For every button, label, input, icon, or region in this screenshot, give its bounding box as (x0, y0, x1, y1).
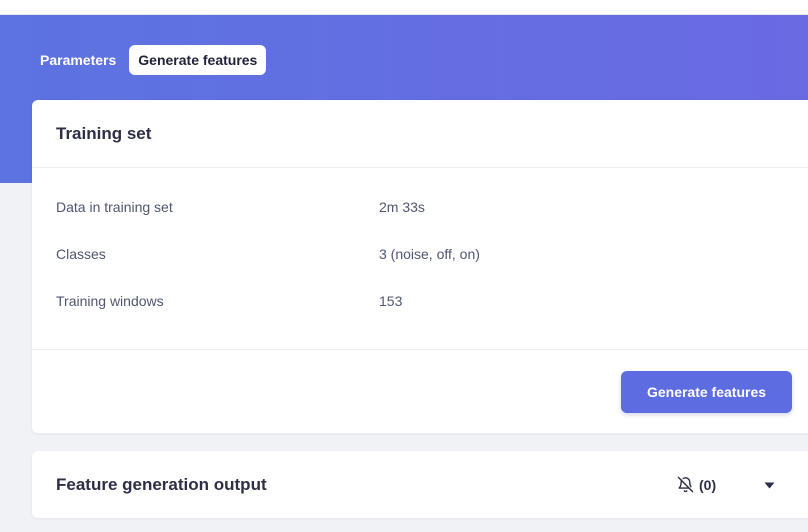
caret-down-icon (764, 476, 775, 494)
tab-bar: Parameters Generate features (32, 45, 267, 75)
info-value: 153 (379, 293, 403, 309)
feature-output-controls: (0) (677, 451, 775, 518)
info-row-training-windows: Training windows 153 (32, 287, 808, 334)
bell-off-icon (677, 476, 694, 493)
info-row-data-in-training-set: Data in training set 2m 33s (32, 193, 808, 240)
info-label: Training windows (56, 293, 164, 309)
notifications-toggle[interactable]: (0) (677, 476, 716, 493)
info-value: 3 (noise, off, on) (379, 246, 480, 262)
feature-output-card[interactable]: Feature generation output (0) (32, 451, 808, 518)
training-set-card: Training set Data in training set 2m 33s… (32, 100, 808, 433)
training-set-footer: Generate features (32, 350, 808, 432)
info-label: Data in training set (56, 199, 173, 215)
feature-output-title: Feature generation output (56, 474, 267, 494)
notification-count: (0) (699, 476, 717, 493)
generate-features-button[interactable]: Generate features (621, 371, 792, 413)
training-set-info: Data in training set 2m 33s Classes 3 (n… (32, 168, 808, 350)
training-set-header: Training set (32, 100, 808, 168)
training-set-title: Training set (56, 123, 152, 143)
expand-toggle[interactable] (764, 476, 775, 494)
tab-generate-features[interactable]: Generate features (129, 45, 267, 75)
info-row-classes: Classes 3 (noise, off, on) (32, 240, 808, 287)
top-bar (0, 0, 808, 15)
info-value: 2m 33s (379, 199, 425, 215)
tab-parameters[interactable]: Parameters (32, 45, 124, 75)
info-label: Classes (56, 246, 106, 262)
